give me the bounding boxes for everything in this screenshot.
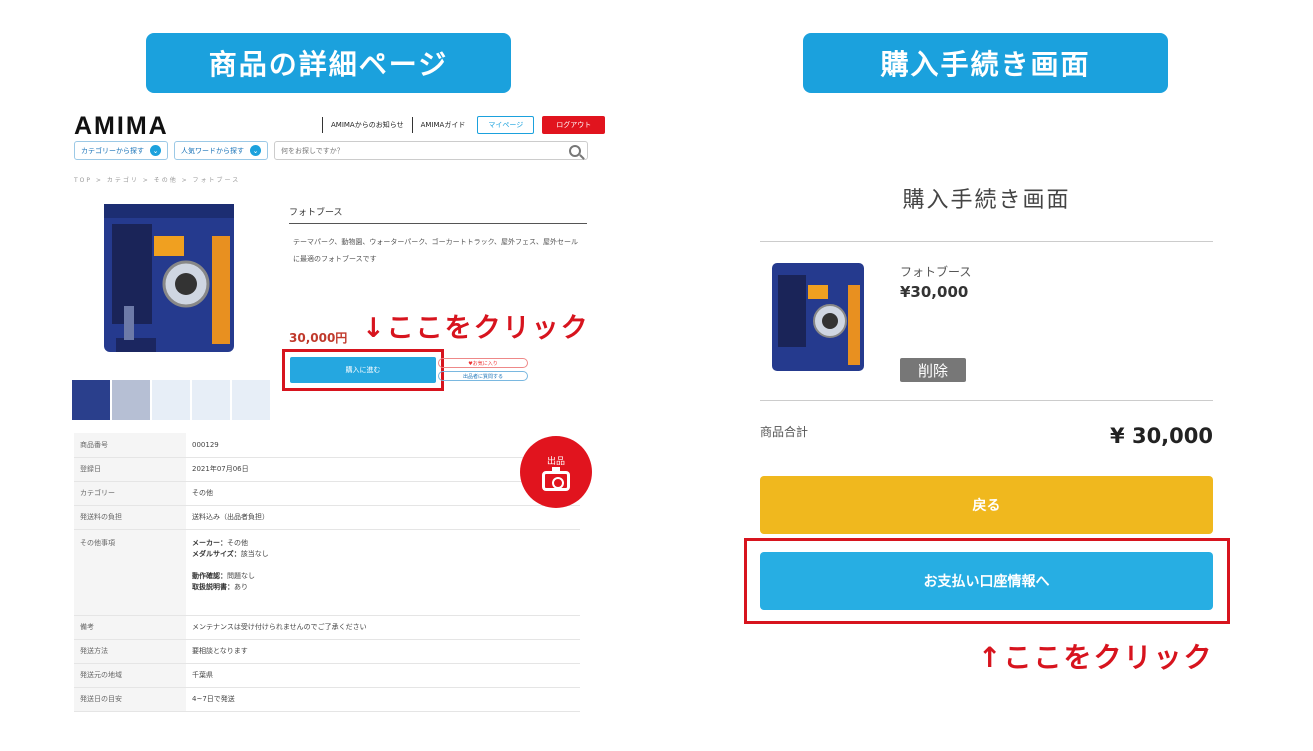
nav-guide-link[interactable]: AMIMAガイド (421, 120, 466, 130)
spec-table: 商品番号 000129 登録日 2021年07月06日 カテゴリー その他 発送料の負… (74, 433, 580, 712)
cart-item-price: ¥30,000 (900, 283, 969, 301)
spec-value: メンテナンスは受け付けられませんのでご了承ください (186, 615, 580, 640)
spec-value: メーカー：その他 メダルサイズ：該当なし 動作確認：問題なし 取扱説明書：あり (186, 529, 580, 616)
spec-key: 発送元の地域 (74, 663, 186, 688)
operation-value: 問題なし (227, 571, 255, 580)
thumbnail[interactable] (192, 380, 230, 420)
manual-value: あり (234, 582, 248, 591)
table-row: 登録日 2021年07月06日 (74, 457, 580, 482)
size-value: 該当なし (240, 549, 269, 558)
camera-icon (542, 466, 570, 491)
divider (760, 400, 1213, 401)
product-price: 30,000円 (289, 331, 348, 345)
cart-item-image (772, 263, 864, 371)
checkout-title: 購入手続き画面 (902, 188, 1071, 213)
sell-fab-button[interactable]: 出品 (520, 436, 592, 508)
maker-value: その他 (227, 538, 248, 547)
logout-button[interactable]: ログアウト (542, 116, 606, 134)
operation-label: 動作確認： (192, 571, 227, 580)
category-search-button[interactable]: カテゴリーから探す ⌄ (74, 141, 168, 160)
callout-click-here: ↑ここをクリック (978, 641, 1214, 674)
nav-news-link[interactable]: AMIMAからのお知らせ (331, 120, 404, 130)
section-heading-checkout: 購入手続き画面 (803, 33, 1168, 93)
thumbnail[interactable] (152, 380, 190, 420)
table-row: 備考 メンテナンスは受け付けられませんのでご了承ください (74, 615, 580, 640)
table-row: その他事項 メーカー：その他 メダルサイズ：該当なし 動作確認：問題なし 取扱説… (74, 529, 580, 616)
sell-label: 出品 (546, 456, 565, 467)
category-link[interactable]: その他 (186, 481, 580, 506)
spec-key: 発送日の目安 (74, 687, 186, 712)
delete-button[interactable]: 削除 (900, 358, 966, 382)
spec-value: 要相談となります (186, 639, 580, 664)
spec-key: その他事項 (74, 529, 186, 616)
back-button[interactable]: 戻る (760, 476, 1213, 534)
category-search-label: カテゴリーから探す (81, 146, 144, 155)
spec-value: 千葉県 (186, 663, 580, 688)
spec-key: 発送料の負担 (74, 505, 186, 530)
spec-key: カテゴリー (74, 481, 186, 506)
spec-key: 発送方法 (74, 639, 186, 664)
spec-key: 備考 (74, 615, 186, 640)
section-heading-detail: 商品の詳細ページ (146, 33, 511, 93)
favorite-button[interactable]: ♥お気に入り (438, 358, 528, 368)
buy-button[interactable]: 購入に進む (290, 357, 436, 383)
product-title: フォトブース (289, 205, 587, 224)
chevron-down-icon: ⌄ (250, 145, 261, 156)
keyword-search-button[interactable]: 人気ワードから探す ⌄ (174, 141, 268, 160)
search-input[interactable]: 何をお探しですか？ (274, 141, 588, 160)
chevron-down-icon: ⌄ (150, 145, 161, 156)
search-row: カテゴリーから探す ⌄ 人気ワードから探す ⌄ 何をお探しですか？ (74, 141, 588, 160)
thumbnail[interactable] (72, 380, 110, 420)
payment-info-button[interactable]: お支払い口座情報へ (760, 552, 1213, 610)
table-row: 発送日の目安 4~7日で発送 (74, 687, 580, 712)
product-image (104, 204, 234, 352)
spec-value: 4~7日で発送 (186, 687, 580, 712)
ask-seller-button[interactable]: 出品者に質問する (438, 371, 528, 381)
spec-value: 000129 (186, 433, 580, 458)
maker-label: メーカー： (192, 538, 227, 547)
table-row: 発送方法 要相談となります (74, 639, 580, 664)
search-placeholder: 何をお探しですか？ (281, 146, 344, 155)
size-label: メダルサイズ： (192, 549, 241, 558)
total-value: ¥ 30,000 (1110, 424, 1213, 448)
table-row: 商品番号 000129 (74, 433, 580, 458)
breadcrumb: TOP > カテゴリ > その他 > フォトブース (74, 177, 241, 184)
thumbnail-strip (72, 380, 270, 420)
nav-divider (411, 117, 413, 133)
top-nav: AMIMAからのお知らせ AMIMAガイド マイページ ログアウト (322, 116, 606, 134)
nav-divider (322, 117, 323, 133)
search-icon[interactable] (569, 144, 581, 157)
product-description: テーマパーク、動物園、ウォーターパーク、ゴーカートトラック、屋外フェス、屋外セー… (293, 238, 579, 263)
cart-item-name: フォトブース (900, 265, 972, 279)
spec-key: 登録日 (74, 457, 186, 482)
table-row: カテゴリー その他 (74, 481, 580, 506)
divider (760, 241, 1213, 242)
logo[interactable]: AMIMA (74, 112, 169, 141)
manual-label: 取扱説明書： (192, 582, 234, 591)
keyword-search-label: 人気ワードから探す (181, 146, 244, 155)
total-label: 商品合計 (760, 425, 809, 439)
thumbnail[interactable] (232, 380, 270, 420)
spec-value: 送料込み（出品者負担） (186, 505, 580, 530)
callout-click-here: ↓ここをクリック (362, 313, 590, 344)
mypage-button[interactable]: マイページ (477, 116, 535, 134)
table-row: 発送料の負担 送料込み（出品者負担） (74, 505, 580, 530)
spec-key: 商品番号 (74, 433, 186, 458)
thumbnail[interactable] (112, 380, 150, 420)
table-row: 発送元の地域 千葉県 (74, 663, 580, 688)
